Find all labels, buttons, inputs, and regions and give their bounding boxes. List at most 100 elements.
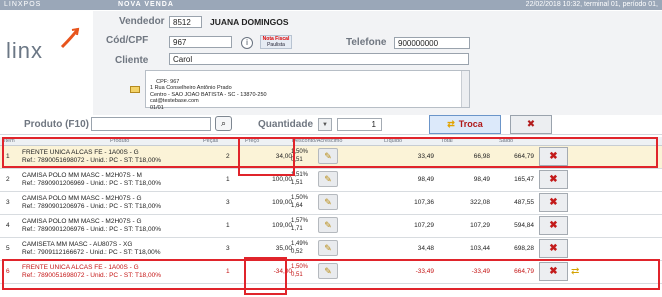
close-icon: ✖	[526, 119, 536, 130]
item-liquido: 98,49	[417, 176, 434, 183]
item-liquido: -33,49	[415, 268, 434, 275]
item-ref: Ref.: 7890051698072 - Unid.: PC - ST: T1…	[22, 157, 161, 164]
item-discount: 1,49% 0,52	[291, 241, 308, 256]
item-discount: 1,50% 0,51	[291, 264, 308, 279]
item-quantity: 3	[226, 199, 230, 206]
item-discount: 1,50% 0,51	[291, 149, 308, 164]
item-description: FRENTE UNICA ALCAS FE - 1A00S - G Ref.: 7…	[22, 149, 161, 165]
item-index: 1	[6, 153, 10, 160]
discount-value: 0,51	[291, 271, 303, 278]
tag-icon[interactable]: ✎	[318, 148, 338, 164]
quantidade-input[interactable]: 1	[337, 118, 382, 131]
item-price: 100,00	[272, 176, 292, 183]
item-name: CAMISETA MM MASC - AU807S - XG	[22, 241, 133, 248]
tag-icon[interactable]: ✎	[318, 263, 338, 279]
col-pecas: Peças	[203, 138, 219, 144]
item-ref: Ref.: 7890901206976 - Unid.: PC - ST: T1…	[22, 226, 161, 233]
nfp-line2: Paulista	[267, 42, 285, 48]
item-price: -34,00	[273, 268, 292, 275]
discount-value: 0,51	[291, 156, 303, 163]
troca-button[interactable]: ⇄ Troca	[429, 115, 501, 134]
delete-icon[interactable]: ✖	[539, 262, 568, 281]
item-liquido: 107,36	[414, 199, 434, 206]
item-quantity: 1	[226, 222, 230, 229]
item-name: CAMISA POLO MM MASC - M2H07S - G	[22, 218, 142, 225]
item-quantity: 1	[226, 268, 230, 275]
item-index: 5	[6, 245, 10, 252]
items-grid-header: Item Produto Peças Preço Desconto/Acrésc…	[0, 137, 662, 146]
item-name: FRENTE UNICA ALCAS FE - 1A00S - G	[22, 149, 139, 156]
col-item: Item	[4, 138, 15, 144]
item-ref: Ref.: 7890901206969 - Unid.: PC - ST: T1…	[22, 180, 161, 187]
tag-icon[interactable]: ✎	[318, 194, 338, 210]
delete-icon[interactable]: ✖	[539, 147, 568, 166]
item-liquido: 107,29	[414, 222, 434, 229]
quantidade-label: Quantidade	[258, 119, 314, 130]
item-price: 35,00	[275, 245, 292, 252]
item-discount: 1,57% 1,71	[291, 218, 308, 233]
item-name: FRENTE UNICA ALCAS FE - 1A00S - G	[22, 264, 139, 271]
item-saldo: 594,84	[514, 222, 534, 229]
cpf-label: Cód/CPF	[106, 35, 149, 46]
cliente-label: Cliente	[115, 55, 149, 66]
item-ref: Ref.: 7890901206976 - Unid.: PC - ST: T1…	[22, 203, 161, 210]
table-row[interactable]: 6 FRENTE UNICA ALCAS FE - 1A00S - G Ref.: …	[0, 261, 662, 284]
quantity-dropdown[interactable]: ▼	[318, 118, 332, 131]
address-scrollbar[interactable]	[461, 71, 469, 107]
item-quantity: 3	[226, 245, 230, 252]
nota-fiscal-paulista-logo: Nota Fiscal Paulista	[260, 35, 292, 49]
vendedor-name: JUANA DOMINGOS	[210, 17, 289, 27]
item-quantity: 1	[226, 176, 230, 183]
item-total: 98,49	[473, 176, 490, 183]
table-row[interactable]: 3 CAMISA POLO MM MASC - M2H07S - G Ref.: 7…	[0, 192, 662, 215]
tag-icon[interactable]: ✎	[318, 217, 338, 233]
tag-icon[interactable]: ✎	[318, 240, 338, 256]
cliente-field[interactable]: Carol	[169, 53, 469, 65]
item-price: 109,00	[272, 199, 292, 206]
item-saldo: 664,79	[514, 268, 534, 275]
table-row[interactable]: 1 FRENTE UNICA ALCAS FE - 1A00S - G Ref.: …	[0, 146, 662, 169]
item-ref: Ref.: 7909112166672 - Unid.: PC - ST: T1…	[22, 249, 161, 256]
swap-icon: ⇄	[571, 266, 580, 277]
discount-percent: 1,49%	[291, 241, 309, 247]
info-icon[interactable]: i	[241, 37, 253, 49]
title-bar: LINXPOS NOVA VENDA 22/02/2018 10:32, ter…	[0, 0, 662, 10]
delete-icon[interactable]: ✖	[539, 216, 568, 235]
telefone-label: Telefone	[346, 37, 387, 48]
logo-swoosh-icon	[60, 27, 80, 49]
table-row[interactable]: 4 CAMISA POLO MM MASC - M2H07S - G Ref.: 7…	[0, 215, 662, 238]
produto-label: Produto (F10)	[24, 119, 89, 130]
cancel-sale-button[interactable]: ✖	[510, 115, 552, 134]
table-row[interactable]: 2 CAMISA POLO MM MASC - M2H07S - M Ref.: 7…	[0, 169, 662, 192]
item-description: CAMISA POLO MM MASC - M2H07S - G Ref.: 78…	[22, 195, 161, 211]
table-row[interactable]: 5 CAMISETA MM MASC - AU807S - XG Ref.: 790…	[0, 238, 662, 261]
item-price: 34,00	[275, 153, 292, 160]
app-name: LINXPOS	[4, 1, 42, 8]
screen-title: NOVA VENDA	[118, 1, 174, 8]
vendedor-code-field[interactable]: 8512	[169, 16, 202, 28]
search-button[interactable]: ⌕	[215, 116, 232, 131]
customer-address: CPF: 967 1 Rua Conselheiro Antônio Prado…	[145, 70, 470, 111]
logo-text: linx	[6, 38, 44, 63]
col-liquido: Líquido	[384, 138, 403, 144]
produto-input[interactable]	[91, 117, 211, 131]
swap-icon: ⇄	[447, 119, 455, 129]
item-discount: 1,51% 1,51	[291, 172, 308, 187]
tag-icon[interactable]: ✎	[318, 171, 338, 187]
discount-value: 1,51	[291, 179, 303, 186]
discount-percent: 1,51%	[291, 172, 309, 178]
item-price: 109,00	[272, 222, 292, 229]
cpf-field[interactable]: 967	[169, 36, 232, 48]
telefone-field[interactable]: 900000000	[394, 37, 470, 49]
col-produto: Produto	[110, 138, 130, 144]
item-index: 4	[6, 222, 10, 229]
delete-icon[interactable]: ✖	[539, 239, 568, 258]
discount-value: 1,64	[291, 202, 303, 209]
discount-percent: 1,57%	[291, 218, 309, 224]
col-preco: Preço	[245, 138, 260, 144]
item-description: CAMISA POLO MM MASC - M2H07S - G Ref.: 78…	[22, 218, 161, 234]
delete-icon[interactable]: ✖	[539, 193, 568, 212]
item-index: 3	[6, 199, 10, 206]
col-desconto: Desconto/Acréscimo	[292, 138, 343, 144]
delete-icon[interactable]: ✖	[539, 170, 568, 189]
